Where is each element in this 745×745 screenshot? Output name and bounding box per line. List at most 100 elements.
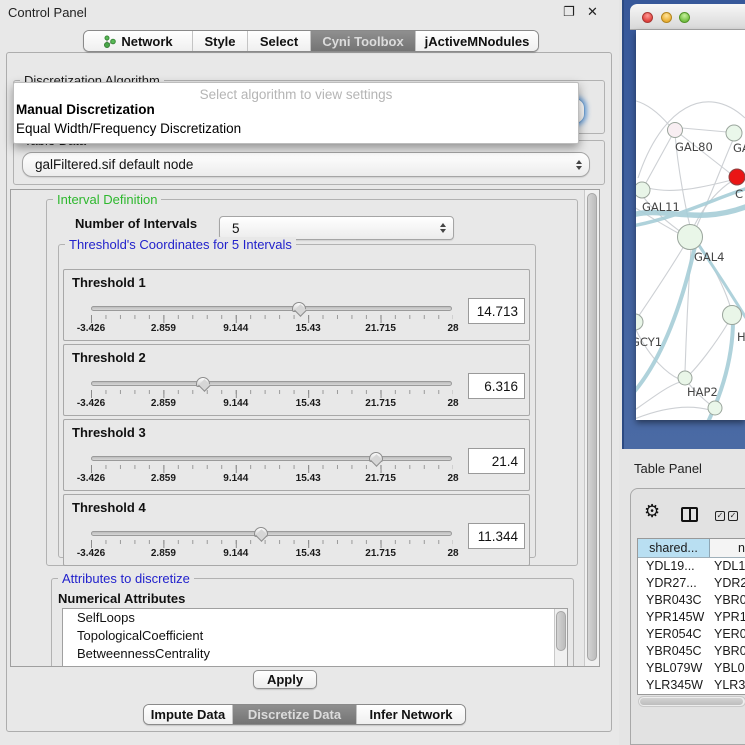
table-row[interactable]: YPR145WYPR1 [638, 609, 745, 626]
control-panel: Control Panel ❐ ✕ Network Style Select C… [0, 0, 619, 745]
cell[interactable]: YDR27... [638, 575, 710, 592]
node-label: H [737, 330, 745, 344]
minimize-traffic-light-icon[interactable] [661, 12, 672, 23]
table-horizontal-scrollbar[interactable] [638, 696, 745, 707]
tab-cyni-toolbox[interactable]: Cyni Toolbox [311, 31, 416, 51]
cell[interactable]: YBL0 [710, 660, 745, 677]
table-row[interactable]: YDL19...YDL1 [638, 558, 745, 575]
dropdown-item-manual-discretization[interactable]: Manual Discretization [16, 102, 155, 117]
close-window-icon[interactable]: ✕ [587, 4, 598, 20]
columns-icon[interactable] [681, 507, 698, 522]
table-data-combobox[interactable]: galFiltered.sif default node [22, 152, 590, 177]
cell[interactable]: YBR0 [710, 592, 745, 609]
list-item[interactable]: BetweennessCentrality [63, 645, 567, 663]
tab-network[interactable]: Network [84, 31, 193, 51]
cell[interactable]: YER0 [710, 626, 745, 643]
table-row[interactable]: YBL079WYBL0 [638, 660, 745, 677]
node-gal80[interactable] [668, 123, 683, 138]
node-gal11[interactable] [636, 182, 650, 198]
threshold-4-value-field[interactable]: 11.344 [468, 523, 525, 549]
slider-tick-labels: -3.4262.8599.14415.4321.71528 [91, 473, 453, 485]
threshold-2-slider[interactable] [91, 381, 452, 386]
cell[interactable]: YPR1 [710, 609, 745, 626]
node-h[interactable] [723, 306, 742, 325]
threshold-1-slider[interactable] [91, 306, 452, 311]
table-row[interactable]: YIL052CYIL0 [638, 694, 745, 695]
tab-discretize-data[interactable]: Discretize Data [233, 705, 357, 724]
cell[interactable]: YER054C [638, 626, 710, 643]
checkbox-icon[interactable]: ✓ [715, 511, 725, 521]
tab-jactivemnodules-label: jActiveMNodules [425, 34, 530, 49]
threshold-3-slider[interactable] [91, 456, 452, 461]
apply-button[interactable]: Apply [253, 670, 317, 689]
tab-jactivemnodules[interactable]: jActiveMNodules [416, 31, 538, 51]
slider-ticks [91, 390, 453, 398]
table-row[interactable]: YBR043CYBR0 [638, 592, 745, 609]
dropdown-placeholder-item[interactable]: Select algorithm to view settings [14, 87, 578, 102]
node-gcy1[interactable] [636, 314, 643, 330]
slider-ticks [91, 540, 453, 548]
settings-scrollbar[interactable] [584, 190, 599, 666]
tab-impute-data[interactable]: Impute Data [144, 705, 233, 724]
node-hap2[interactable] [678, 371, 692, 385]
network-canvas[interactable]: GAL80 GA C GAL11 GAL4 H GCY1 HAP2 [636, 30, 745, 420]
cell[interactable]: YBR0 [710, 643, 745, 660]
tab-select-label: Select [260, 34, 298, 49]
list-item[interactable]: TopologicalCoefficient [63, 627, 567, 645]
slider-thumb[interactable] [254, 527, 268, 537]
tick-label: 2.859 [151, 323, 176, 334]
cell[interactable]: YDL1 [710, 558, 745, 575]
network-view-window: GAL80 GA C GAL11 GAL4 H GCY1 HAP2 [622, 0, 745, 449]
cell[interactable]: YDR2 [710, 575, 745, 592]
threshold-2-value-field[interactable]: 6.316 [468, 373, 525, 399]
table-row[interactable]: YLR345WYLR3 [638, 677, 745, 694]
slider-thumb[interactable] [196, 377, 210, 387]
zoom-traffic-light-icon[interactable] [679, 12, 690, 23]
threshold-4-label: Threshold 4 [72, 500, 146, 515]
table-row[interactable]: YER054CYER0 [638, 626, 745, 643]
node-gal4[interactable] [678, 225, 703, 250]
gear-icon[interactable]: ⚙ [644, 503, 660, 521]
table-row[interactable]: YBR045CYBR0 [638, 643, 745, 660]
cell[interactable]: YBR045C [638, 643, 710, 660]
bottom-tab-bar: Impute Data Discretize Data Infer Networ… [143, 704, 466, 725]
threshold-1-value-field[interactable]: 14.713 [468, 298, 525, 324]
list-scrollbar[interactable] [554, 609, 567, 667]
spinner-stepper-icon [433, 223, 453, 233]
table-data-combobox-value: galFiltered.sif default node [23, 157, 569, 172]
cell[interactable]: YIL0 [710, 694, 745, 695]
close-traffic-light-icon[interactable] [642, 12, 653, 23]
cell[interactable]: YIL052C [638, 694, 710, 695]
table-row[interactable]: YDR27...YDR2 [638, 575, 745, 592]
list-item[interactable]: SelfLoops [63, 609, 567, 627]
tab-style[interactable]: Style [193, 31, 248, 51]
tick-label: 21.715 [365, 398, 396, 409]
checkbox-icon[interactable]: ✓ [728, 511, 738, 521]
node-bottom[interactable] [708, 401, 722, 415]
tick-label: 21.715 [365, 323, 396, 334]
tick-label: 2.859 [151, 473, 176, 484]
cell[interactable]: YBR043C [638, 592, 710, 609]
threshold-3-value-field[interactable]: 21.4 [468, 448, 525, 474]
threshold-4-slider[interactable] [91, 531, 452, 536]
slider-thumb[interactable] [369, 452, 383, 462]
threshold-3-label: Threshold 3 [72, 425, 146, 440]
numerical-attributes-list[interactable]: SelfLoops TopologicalCoefficient Between… [62, 608, 568, 667]
slider-tick-labels: -3.4262.8599.14415.4321.71528 [91, 548, 453, 560]
tick-label: 2.859 [151, 548, 176, 559]
node-top-right[interactable] [726, 125, 742, 141]
dropdown-item-equal-width-frequency[interactable]: Equal Width/Frequency Discretization [16, 121, 241, 136]
tab-infer-network[interactable]: Infer Network [357, 705, 465, 724]
column-header-name[interactable]: n [710, 539, 745, 557]
column-header-shared-name[interactable]: shared... [638, 539, 710, 557]
node-red-selected[interactable] [729, 169, 745, 185]
tick-label: -3.426 [77, 323, 105, 334]
cell[interactable]: YDL19... [638, 558, 710, 575]
cell[interactable]: YLR3 [710, 677, 745, 694]
float-window-icon[interactable]: ❐ [563, 4, 575, 20]
slider-thumb[interactable] [292, 302, 306, 312]
cell[interactable]: YLR345W [638, 677, 710, 694]
cell[interactable]: YPR145W [638, 609, 710, 626]
cell[interactable]: YBL079W [638, 660, 710, 677]
tab-select[interactable]: Select [248, 31, 311, 51]
